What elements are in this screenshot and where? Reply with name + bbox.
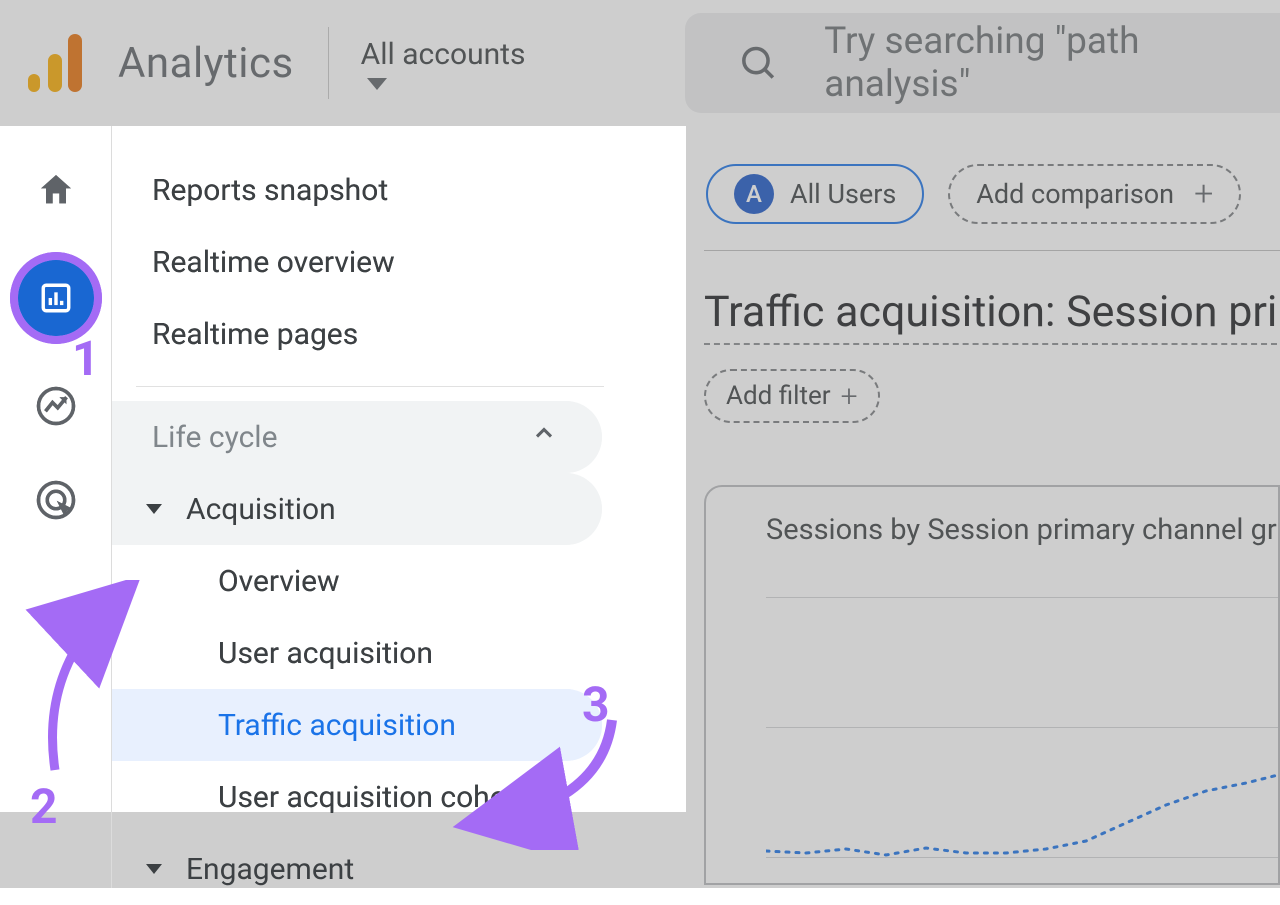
caret-down-icon: [367, 78, 387, 90]
annotation-1: 1: [72, 330, 100, 387]
main-content: A All Users Add comparison + Traffic acq…: [686, 126, 1280, 888]
caret-down-icon: [140, 864, 168, 874]
chip-all-users-label: All Users: [790, 178, 896, 210]
nav-advertising[interactable]: [32, 476, 80, 524]
search-icon: [739, 43, 778, 83]
target-click-icon: [35, 479, 77, 521]
section-life-cycle[interactable]: Life cycle: [112, 401, 602, 473]
panel-divider: [136, 386, 604, 387]
product-logo-block: Analytics: [28, 34, 294, 92]
caret-down-icon: [140, 504, 168, 514]
group-acquisition-label: Acquisition: [186, 492, 336, 527]
analytics-logo-icon: [28, 34, 82, 92]
group-acquisition[interactable]: Acquisition: [112, 473, 602, 545]
group-engagement[interactable]: Engagement: [112, 833, 602, 905]
app-header: Analytics All accounts Try searching "pa…: [0, 0, 1280, 126]
nav-user-acquisition[interactable]: User acquisition: [112, 617, 602, 689]
chart-card: Sessions by Session primary channel gr: [704, 485, 1280, 885]
left-nav-rail: [0, 126, 112, 888]
bar-chart-icon: [39, 281, 73, 315]
add-filter-chip[interactable]: Add filter +: [704, 369, 880, 423]
account-selector[interactable]: All accounts: [361, 37, 526, 90]
chart-gridline: [766, 597, 1278, 598]
group-engagement-label: Engagement: [186, 852, 354, 887]
chip-all-users-badge: A: [734, 174, 774, 214]
nav-reports-snapshot[interactable]: Reports snapshot: [112, 154, 602, 226]
reports-subnav-panel: Reports snapshot Realtime overview Realt…: [112, 126, 686, 888]
annotation-3: 3: [582, 676, 610, 733]
chip-add-comparison[interactable]: Add comparison +: [948, 164, 1241, 224]
chart-gridline: [766, 727, 1278, 728]
main-divider: [704, 250, 1280, 251]
search-placeholder: Try searching "path analysis": [824, 20, 1280, 106]
page-title: Traffic acquisition: Session pri: [704, 287, 1277, 345]
annotation-2: 2: [30, 778, 58, 835]
nav-realtime-pages[interactable]: Realtime pages: [112, 298, 602, 370]
nav-reports[interactable]: [18, 260, 94, 336]
nav-acquisition-overview[interactable]: Overview: [112, 545, 602, 617]
chip-all-users[interactable]: A All Users: [706, 164, 924, 224]
nav-realtime-overview[interactable]: Realtime overview: [112, 226, 602, 298]
product-name: Analytics: [118, 39, 294, 88]
section-life-cycle-label: Life cycle: [152, 420, 278, 455]
nav-user-acquisition-cohorts[interactable]: User acquisition cohorts: [112, 761, 602, 833]
add-filter-label: Add filter: [726, 381, 831, 411]
header-divider: [328, 27, 329, 99]
nav-traffic-acquisition[interactable]: Traffic acquisition: [112, 689, 602, 761]
chevron-up-icon: [530, 419, 558, 455]
line-chart-icon: [35, 385, 77, 427]
nav-explore[interactable]: [32, 382, 80, 430]
account-selector-label: All accounts: [361, 37, 526, 72]
plus-icon: +: [841, 379, 858, 414]
chip-add-comparison-label: Add comparison: [976, 178, 1174, 210]
chart-line-series: [766, 753, 1280, 883]
comparison-chips-row: A All Users Add comparison +: [704, 164, 1280, 224]
nav-home[interactable]: [32, 166, 80, 214]
chart-title: Sessions by Session primary channel gr: [766, 513, 1278, 547]
home-icon: [36, 170, 76, 210]
search-bar[interactable]: Try searching "path analysis": [685, 13, 1280, 113]
plus-icon: +: [1194, 174, 1213, 214]
